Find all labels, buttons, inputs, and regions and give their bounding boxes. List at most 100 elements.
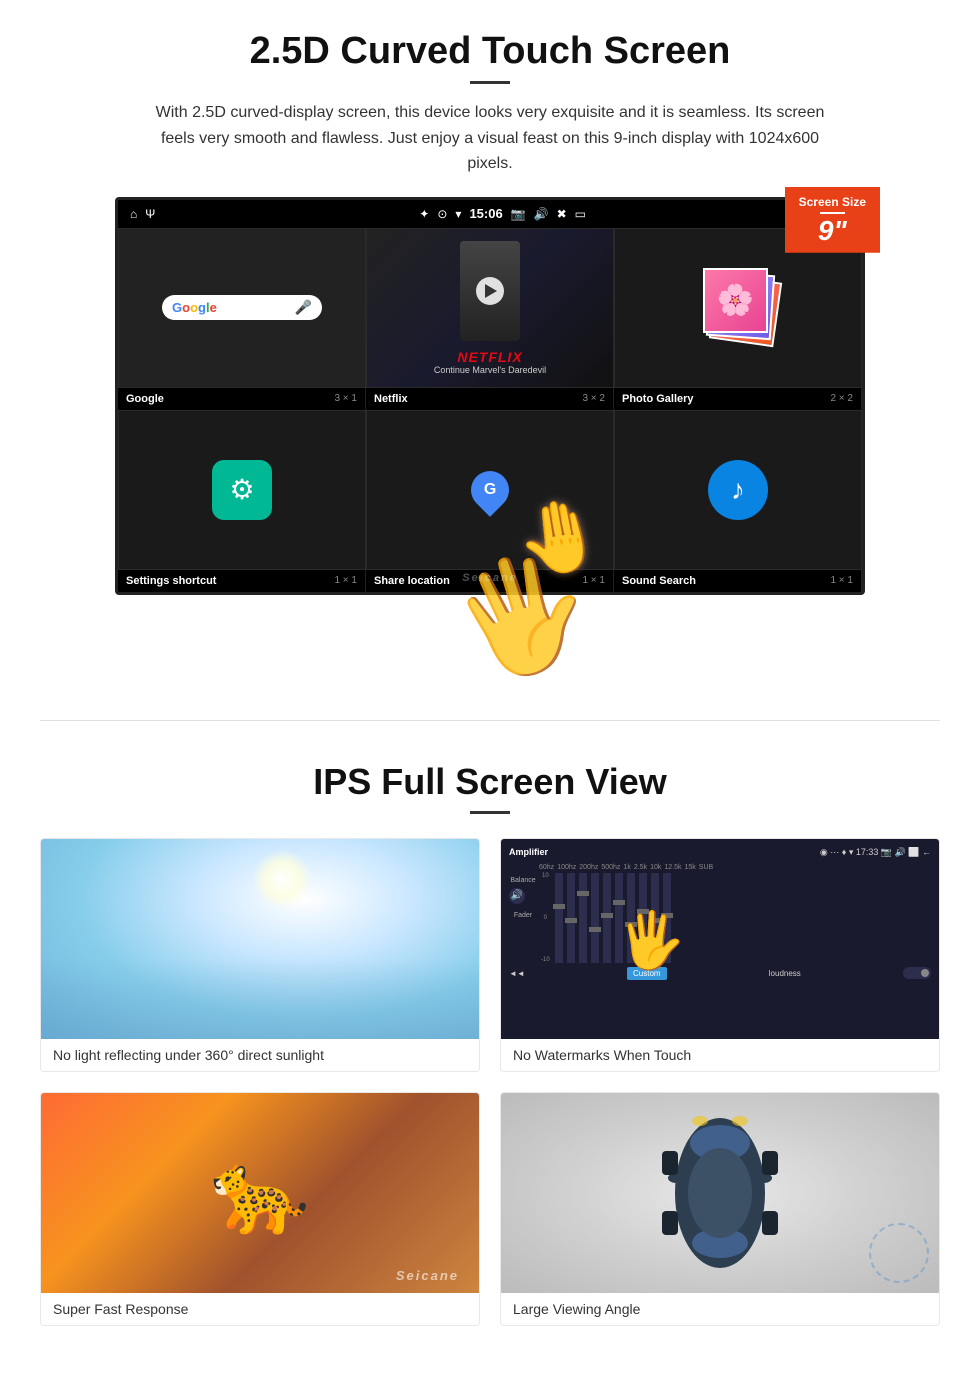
sound-label: Sound Search — [622, 575, 696, 587]
netflix-logo: NETFLIX — [457, 349, 522, 365]
feature-image-car — [501, 1093, 939, 1293]
share-grid: 1 × 1 — [582, 575, 605, 586]
feature-image-amplifier: Amplifier ◉ ⋯ ♦ ▾ 17:33 📷 🔊 ⬜ ← 60hz 100… — [501, 839, 939, 1039]
cheetah-background: 🐆 Seicane — [41, 1093, 479, 1293]
balance-label: Balance — [509, 877, 537, 884]
netflix-grid: 3 × 2 — [582, 393, 605, 404]
cheetah-icon: 🐆 — [210, 1146, 310, 1240]
feature-grid: No light reflecting under 360° direct su… — [40, 838, 940, 1326]
netflix-background: NETFLIX Continue Marvel's Daredevil — [367, 229, 613, 387]
app-label-sound: Sound Search 1 × 1 — [614, 570, 862, 592]
section-divider — [40, 720, 940, 721]
screen-badge-size: 9" — [799, 217, 866, 245]
section2-divider — [470, 811, 510, 814]
eq-handle-4 — [589, 927, 601, 932]
app-cell-share[interactable]: G 🤚 — [366, 410, 614, 570]
feature-card-cheetah: 🐆 Seicane Super Fast Response — [40, 1092, 480, 1326]
screen-badge-divider — [820, 212, 845, 214]
maps-icon-wrapper: G — [471, 471, 509, 509]
eq-bar-3 — [579, 873, 587, 963]
status-bar: ⌂ Ψ ✦ ⊙ ▾ 15:06 📷 🔊 ✖ ▭ — [118, 200, 862, 228]
speaker-icon: 🔊 — [511, 890, 523, 901]
music-icon-circle: ♪ — [708, 460, 768, 520]
toggle-knob — [921, 969, 929, 977]
netflix-label: Netflix — [374, 393, 408, 405]
maps-pin-icon: G — [463, 463, 517, 517]
car-label: Large Viewing Angle — [501, 1293, 939, 1325]
feature-image-cheetah: 🐆 Seicane — [41, 1093, 479, 1293]
amp-header: Amplifier ◉ ⋯ ♦ ▾ 17:33 📷 🔊 ⬜ ← — [509, 847, 931, 858]
device-wrapper: Screen Size 9" ⌂ Ψ ✦ ⊙ ▾ 15:06 📷 — [115, 197, 865, 595]
car-background — [501, 1093, 939, 1293]
sunlight-background — [41, 839, 479, 1039]
amp-body: Balance 🔊 Fader 10 0 - — [509, 873, 931, 963]
play-triangle-icon — [485, 284, 497, 298]
amp-nav-icon: ◄◄ — [509, 969, 525, 978]
feature-card-car: Large Viewing Angle — [500, 1092, 940, 1326]
gallery-image-3: 🌸 — [703, 268, 768, 333]
cheetah-label: Super Fast Response — [41, 1293, 479, 1325]
eq-bars: 10 0 -10 — [541, 873, 671, 963]
amp-title: Amplifier — [509, 847, 548, 857]
section2-title: IPS Full Screen View — [40, 761, 940, 803]
device-container: Screen Size 9" ⌂ Ψ ✦ ⊙ ▾ 15:06 📷 — [115, 197, 865, 600]
status-bar-center: ✦ ⊙ ▾ 15:06 📷 🔊 ✖ ▭ — [155, 206, 850, 221]
netflix-subtitle: Continue Marvel's Daredevil — [434, 365, 546, 375]
eq-handle-2 — [565, 918, 577, 923]
eq-bar-4 — [591, 873, 599, 963]
app-cell-google[interactable]: Google 🎤 — [118, 228, 366, 388]
amp-loudness-label: loudness — [769, 969, 801, 978]
netflix-play-button[interactable] — [476, 277, 504, 305]
feature-image-sunlight — [41, 839, 479, 1039]
eq-handle-5 — [601, 913, 613, 918]
amp-status: ◉ ⋯ ♦ ▾ 17:33 📷 🔊 ⬜ ← — [820, 847, 931, 858]
gallery-label: Photo Gallery — [622, 393, 694, 405]
section1-title: 2.5D Curved Touch Screen — [60, 30, 920, 73]
wifi-icon: ▾ — [455, 207, 461, 221]
settings-grid: 1 × 1 — [334, 575, 357, 586]
amp-band-labels: 60hz 100hz 200hz 500hz 1k 2.5k 10k 12.5k… — [509, 864, 931, 871]
google-grid: 3 × 1 — [334, 393, 357, 404]
window-icon: ▭ — [575, 207, 586, 221]
google-label: Google — [126, 393, 164, 405]
google-logo: Google — [172, 300, 217, 315]
eq-bar-5 — [603, 873, 611, 963]
volume-icon: 🔊 — [534, 207, 549, 221]
screen-size-badge: Screen Size 9" — [785, 187, 880, 253]
flower-icon: 🌸 — [717, 283, 754, 318]
car-top-view-svg — [640, 1103, 800, 1283]
loudness-toggle[interactable] — [903, 967, 931, 979]
app-cell-sound[interactable]: ♪ — [614, 410, 862, 570]
touch-hand-amp: 🖐 — [617, 908, 685, 973]
location-icon: ⊙ — [437, 207, 447, 221]
cheetah-watermark: Seicane — [396, 1268, 459, 1283]
sunlight-label: No light reflecting under 360° direct su… — [41, 1039, 479, 1071]
title-divider — [470, 81, 510, 84]
section1-description: With 2.5D curved-display screen, this de… — [140, 100, 840, 177]
hand-pointing-icon: 🤚 — [509, 490, 609, 586]
fader-label: Fader — [509, 912, 537, 919]
status-bar-left: ⌂ Ψ — [130, 207, 155, 221]
app-cell-settings[interactable]: ⚙ — [118, 410, 366, 570]
eq-bar-1 — [555, 873, 563, 963]
app-label-gallery: Photo Gallery 2 × 2 — [614, 388, 862, 410]
gallery-grid: 2 × 2 — [830, 393, 853, 404]
amp-footer: ◄◄ Custom loudness — [509, 967, 931, 980]
feature-card-amplifier: Amplifier ◉ ⋯ ♦ ▾ 17:33 📷 🔊 ⬜ ← 60hz 100… — [500, 838, 940, 1072]
google-search-bar[interactable]: Google 🎤 — [162, 295, 322, 320]
home-icon: ⌂ — [130, 207, 137, 221]
app-label-settings: Settings shortcut 1 × 1 — [118, 570, 366, 592]
gear-icon: ⚙ — [229, 473, 254, 506]
app-label-row1: Google 3 × 1 Netflix 3 × 2 Photo Gallery… — [118, 388, 862, 410]
eq-handle-6 — [613, 900, 625, 905]
screen-badge-title: Screen Size — [799, 195, 866, 209]
sun-rays — [252, 849, 312, 909]
app-cell-netflix[interactable]: NETFLIX Continue Marvel's Daredevil — [366, 228, 614, 388]
status-time: 15:06 — [469, 206, 502, 221]
bluetooth-icon: ✦ — [419, 207, 429, 221]
eq-bar-2 — [567, 873, 575, 963]
app-grid-row2: ⚙ G 🤚 ♪ — [118, 410, 862, 570]
device-screen: ⌂ Ψ ✦ ⊙ ▾ 15:06 📷 🔊 ✖ ▭ — [115, 197, 865, 595]
section-ips: IPS Full Screen View No light reflecting… — [0, 751, 980, 1366]
viewing-angle-indicator — [869, 1223, 929, 1283]
